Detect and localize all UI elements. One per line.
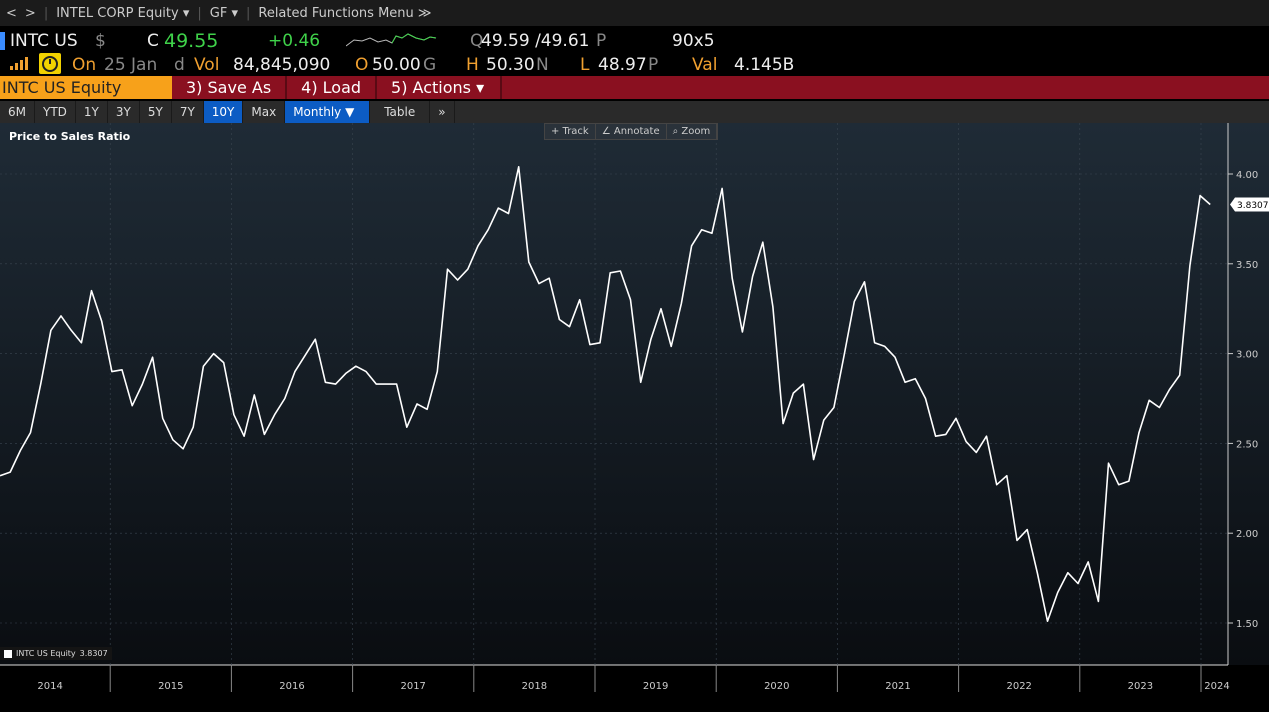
legend-swatch (4, 649, 12, 658)
y-tick-label: 1.50 (1236, 619, 1258, 630)
y-tick-label: 4.00 (1236, 170, 1258, 181)
x-tick-label: 2021 (885, 681, 910, 692)
zoom-button[interactable]: ⌕ Zoom (667, 124, 718, 139)
annotate-button[interactable]: ∠ Annotate (596, 124, 667, 139)
series-line-intc (0, 166, 1211, 623)
y-tick-label: 2.00 (1236, 529, 1258, 540)
last-value-label: 3.8307 (1237, 201, 1269, 211)
x-tick-label: 2017 (400, 681, 425, 692)
x-tick-label: 2015 (158, 681, 183, 692)
x-tick-label: 2014 (37, 681, 62, 692)
y-tick-label: 3.50 (1236, 260, 1258, 271)
chart-tools: + Track ∠ Annotate ⌕ Zoom (544, 123, 719, 140)
y-tick-label: 2.50 (1236, 439, 1258, 450)
x-tick-label: 2023 (1128, 681, 1153, 692)
x-tick-label: 2022 (1006, 681, 1031, 692)
legend-label: INTC US Equity (16, 649, 76, 658)
x-tick-label: 2024 (1204, 681, 1229, 692)
x-tick-label: 2016 (279, 681, 304, 692)
y-tick-label: 3.00 (1236, 350, 1258, 361)
x-tick-label: 2018 (522, 681, 547, 692)
x-tick-label: 2019 (643, 681, 668, 692)
track-button[interactable]: + Track (545, 124, 596, 139)
chart-legend: INTC US Equity 3.8307 (0, 647, 112, 660)
x-tick-label: 2020 (764, 681, 789, 692)
chart-svg: 1.50 2.00 2.50 3.00 3.50 4.00 2014 2015 2016 2017… (0, 123, 1269, 692)
chart-title: Price to Sales Ratio (9, 130, 131, 143)
legend-value: 3.8307 (79, 649, 108, 658)
